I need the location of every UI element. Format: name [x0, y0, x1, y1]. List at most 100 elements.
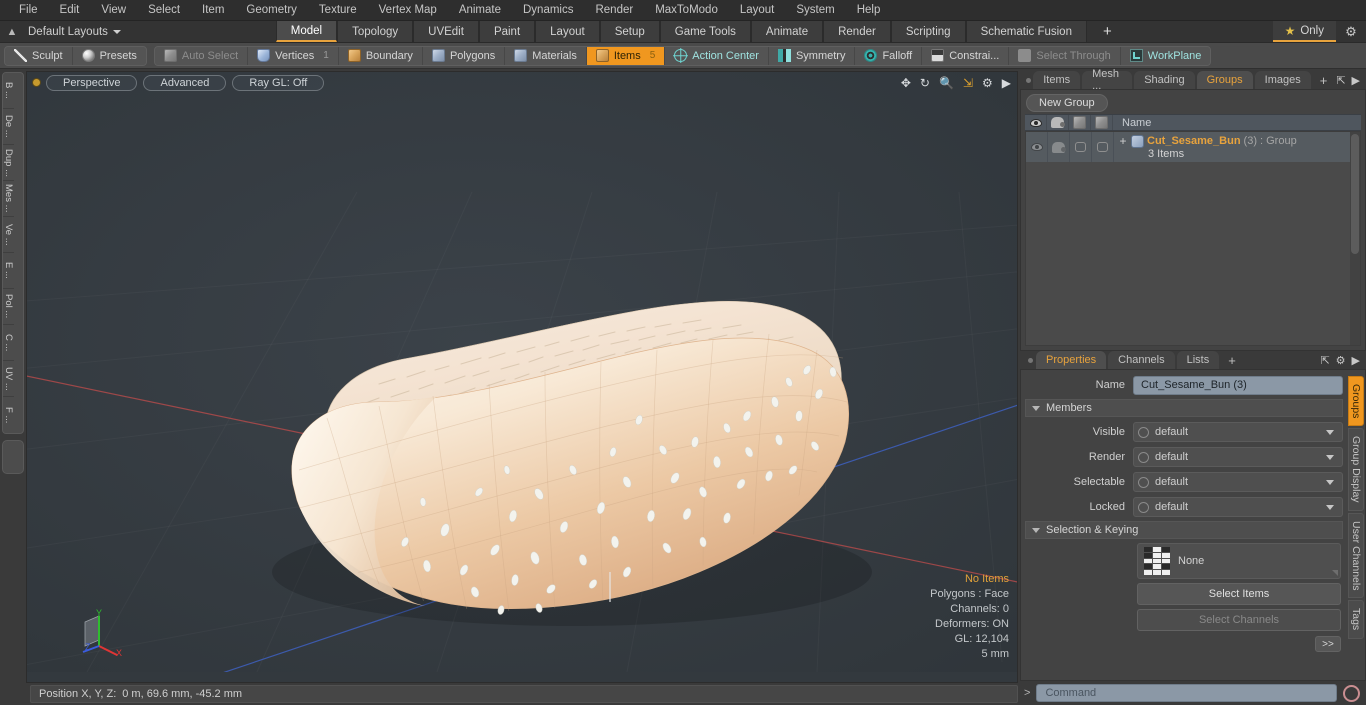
properties-menu-icon[interactable]: ▶: [1352, 354, 1360, 367]
groups-scrollbar-thumb[interactable]: [1351, 134, 1359, 254]
keying-selector[interactable]: None: [1137, 543, 1341, 579]
selectable-dropdown[interactable]: default: [1133, 472, 1343, 492]
workplane-button[interactable]: WorkPlane: [1120, 46, 1211, 65]
panel-menu-icon[interactable]: ▶: [1352, 74, 1360, 87]
viewport-raygl-selector[interactable]: Ray GL: Off: [232, 74, 325, 91]
row-visible-toggle[interactable]: [1026, 132, 1048, 162]
groups-scrollbar[interactable]: [1350, 132, 1360, 345]
tab-paint[interactable]: Paint: [478, 21, 536, 42]
tab-render[interactable]: Render: [823, 21, 891, 42]
command-input[interactable]: Command: [1036, 684, 1337, 702]
name-field[interactable]: Cut_Sesame_Bun (3): [1133, 375, 1343, 395]
menu-item-vertex-map[interactable]: Vertex Map: [368, 0, 448, 21]
menu-item-file[interactable]: File: [8, 0, 49, 21]
visible-dropdown[interactable]: default: [1133, 422, 1343, 442]
polygons-button[interactable]: Polygons: [422, 46, 506, 65]
expand-icon[interactable]: +: [1118, 134, 1128, 148]
side-tab-tags[interactable]: Tags: [1348, 600, 1364, 639]
items-button[interactable]: Items 5: [586, 46, 666, 65]
vertices-button[interactable]: Vertices 1: [248, 46, 339, 65]
side-tab-user-channels[interactable]: User Channels: [1348, 512, 1364, 599]
properties-add-tab-button[interactable]: +: [1221, 351, 1243, 369]
menu-item-layout[interactable]: Layout: [729, 0, 786, 21]
tab-uvedit[interactable]: UVEdit: [413, 21, 479, 42]
left-tool-extra-button[interactable]: [2, 440, 24, 474]
materials-button[interactable]: Materials: [505, 46, 587, 65]
viewport-state-dot[interactable]: [33, 79, 40, 86]
column-shadow[interactable]: [1047, 115, 1069, 130]
tab-properties[interactable]: Properties: [1036, 351, 1107, 369]
column-select[interactable]: [1091, 115, 1113, 130]
tab-shading[interactable]: Shading: [1134, 71, 1195, 89]
tab-layout[interactable]: Layout: [535, 21, 600, 42]
viewport-shading-selector[interactable]: Advanced: [143, 74, 227, 91]
panel-menu-dot[interactable]: [1024, 71, 1033, 89]
record-icon[interactable]: [1343, 684, 1360, 702]
left-tab-basic[interactable]: B ...: [3, 73, 14, 109]
properties-menu-dot[interactable]: [1024, 351, 1036, 369]
left-tab-curve[interactable]: C ...: [3, 325, 14, 361]
viewport-projection-selector[interactable]: Perspective: [46, 74, 138, 91]
locked-dropdown[interactable]: default: [1133, 497, 1343, 517]
menu-item-system[interactable]: System: [785, 0, 845, 21]
menu-item-help[interactable]: Help: [846, 0, 892, 21]
auto-select-button[interactable]: Auto Select: [154, 46, 249, 65]
menu-item-item[interactable]: Item: [191, 0, 235, 21]
tab-lists[interactable]: Lists: [1176, 351, 1220, 369]
tab-schematic-fusion[interactable]: Schematic Fusion: [965, 21, 1087, 42]
menu-item-render[interactable]: Render: [584, 0, 644, 21]
tab-animate[interactable]: Animate: [750, 21, 824, 42]
menu-item-select[interactable]: Select: [137, 0, 191, 21]
menu-item-texture[interactable]: Texture: [308, 0, 368, 21]
viewport-menu-icon[interactable]: ▶: [1002, 76, 1011, 90]
expand-properties-button[interactable]: >>: [1315, 636, 1341, 652]
menu-item-view[interactable]: View: [90, 0, 137, 21]
side-tab-group-display[interactable]: Group Display: [1348, 428, 1364, 511]
tab-model[interactable]: Model: [275, 21, 338, 42]
left-tab-polygon[interactable]: Pol ...: [3, 289, 14, 325]
menu-item-dynamics[interactable]: Dynamics: [512, 0, 584, 21]
row-shadow-toggle[interactable]: [1048, 132, 1070, 162]
tab-game-tools[interactable]: Game Tools: [659, 21, 751, 42]
rotate-icon[interactable]: ↻: [920, 76, 930, 90]
tab-items[interactable]: Items: [1033, 71, 1081, 89]
left-tab-edge[interactable]: E ...: [3, 253, 14, 289]
render-dropdown[interactable]: default: [1133, 447, 1343, 467]
menu-item-edit[interactable]: Edit: [49, 0, 91, 21]
presets-button[interactable]: Presets: [72, 46, 146, 65]
column-render[interactable]: [1069, 115, 1091, 130]
left-tab-duplicate[interactable]: Dup ...: [3, 145, 14, 181]
tab-mesh[interactable]: Mesh ...: [1082, 68, 1133, 92]
sculpt-button[interactable]: Sculpt: [5, 46, 73, 65]
new-group-button[interactable]: New Group: [1026, 94, 1108, 112]
tab-groups[interactable]: Groups: [1196, 71, 1253, 89]
maximize-icon[interactable]: ⇱: [1320, 354, 1329, 367]
side-tab-groups[interactable]: Groups: [1348, 376, 1364, 427]
column-visible[interactable]: [1025, 115, 1047, 130]
maximize-icon[interactable]: ⇱: [1336, 74, 1345, 87]
action-center-button[interactable]: Action Center: [665, 46, 769, 65]
menu-item-animate[interactable]: Animate: [448, 0, 512, 21]
layout-selector[interactable]: Default Layouts: [24, 21, 131, 42]
zoom-icon[interactable]: 🔍: [939, 76, 954, 90]
gear-icon[interactable]: ⚙: [1336, 21, 1366, 42]
table-row[interactable]: + Cut_Sesame_Bun (3) : Group 3 Items: [1026, 132, 1360, 162]
select-through-button[interactable]: Select Through: [1009, 46, 1121, 65]
tab-channels[interactable]: Channels: [1108, 351, 1175, 369]
left-tab-vertex[interactable]: Ve ...: [3, 217, 14, 253]
home-icon[interactable]: ▲: [0, 21, 24, 42]
only-button[interactable]: ★ Only: [1272, 21, 1336, 42]
menu-item-maxtomodo[interactable]: MaxToModo: [644, 0, 729, 21]
properties-gear-icon[interactable]: ⚙: [1336, 354, 1346, 367]
tab-setup[interactable]: Setup: [599, 21, 660, 42]
symmetry-button[interactable]: Symmetry: [768, 46, 856, 65]
constraint-button[interactable]: Constrai...: [922, 46, 1010, 65]
groups-add-tab-button[interactable]: +: [1313, 71, 1335, 89]
left-tab-fusion[interactable]: F ...: [3, 397, 14, 433]
falloff-button[interactable]: Falloff: [855, 46, 923, 65]
left-tab-uv[interactable]: UV ...: [3, 361, 14, 397]
row-select-toggle[interactable]: [1092, 132, 1114, 162]
add-tab-button[interactable]: +: [1086, 21, 1128, 42]
fit-icon[interactable]: ⇲: [963, 76, 973, 90]
members-section-header[interactable]: Members: [1025, 399, 1343, 417]
